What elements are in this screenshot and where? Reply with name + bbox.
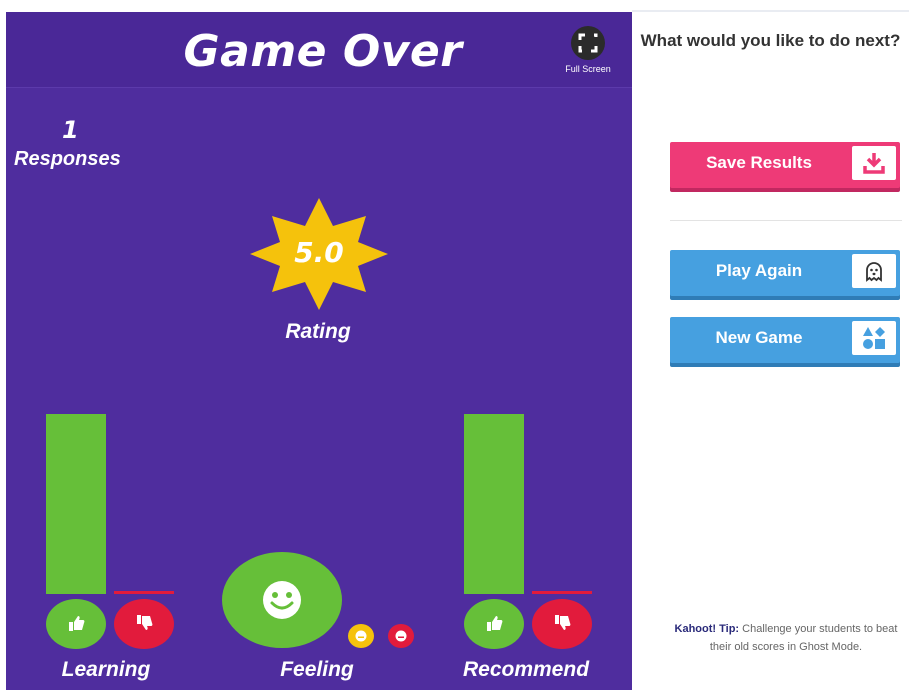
learning-down-bar	[114, 591, 174, 594]
responses-label: Responses	[14, 148, 121, 170]
learning-label: Learning	[61, 658, 151, 681]
next-actions-title: What would you like to do next?	[640, 31, 901, 50]
actions-divider	[670, 220, 902, 221]
recommend-thumbs-down-icon	[532, 599, 592, 649]
rating-label: Rating	[285, 320, 351, 343]
save-results-label: Save Results	[706, 153, 812, 172]
feeling-happy-icon	[222, 552, 342, 648]
kahoot-tip: Kahoot! Tip: Challenge your students to …	[668, 620, 904, 656]
ghost-icon	[852, 254, 896, 288]
fullscreen-label: Full Screen	[565, 64, 611, 74]
new-game-label: New Game	[715, 328, 803, 347]
page-title: Game Over	[183, 26, 463, 77]
learning-thumbs-up-icon	[46, 599, 106, 649]
learning-thumbs-down-icon	[114, 599, 174, 649]
download-icon	[852, 146, 896, 180]
play-again-label: Play Again	[715, 261, 803, 280]
shapes-icon	[852, 321, 896, 355]
fullscreen-icon	[571, 26, 605, 60]
new-game-button[interactable]: New Game	[670, 317, 900, 363]
play-again-button[interactable]: Play Again	[670, 250, 900, 296]
feeling-sad-icon	[388, 624, 414, 648]
fullscreen-button[interactable]: Full Screen	[555, 24, 621, 80]
recommend-down-bar	[532, 591, 592, 594]
tip-label: Kahoot! Tip:	[674, 623, 740, 635]
game-over-panel: Game Over Full Screen 1 Responses 5.0 Ra…	[6, 12, 632, 690]
save-results-button[interactable]: Save Results	[670, 142, 900, 188]
next-actions-panel: What would you like to do next? Save Res…	[632, 12, 909, 690]
learning-up-bar	[46, 414, 106, 594]
recommend-up-bar	[464, 414, 524, 594]
feeling-neutral-icon	[348, 624, 374, 648]
feeling-label: Feeling	[280, 658, 354, 681]
recommend-label: Recommend	[462, 658, 590, 681]
responses-count: 1	[62, 116, 79, 144]
rating-value: 5.0	[294, 236, 344, 269]
recommend-thumbs-up-icon	[464, 599, 524, 649]
